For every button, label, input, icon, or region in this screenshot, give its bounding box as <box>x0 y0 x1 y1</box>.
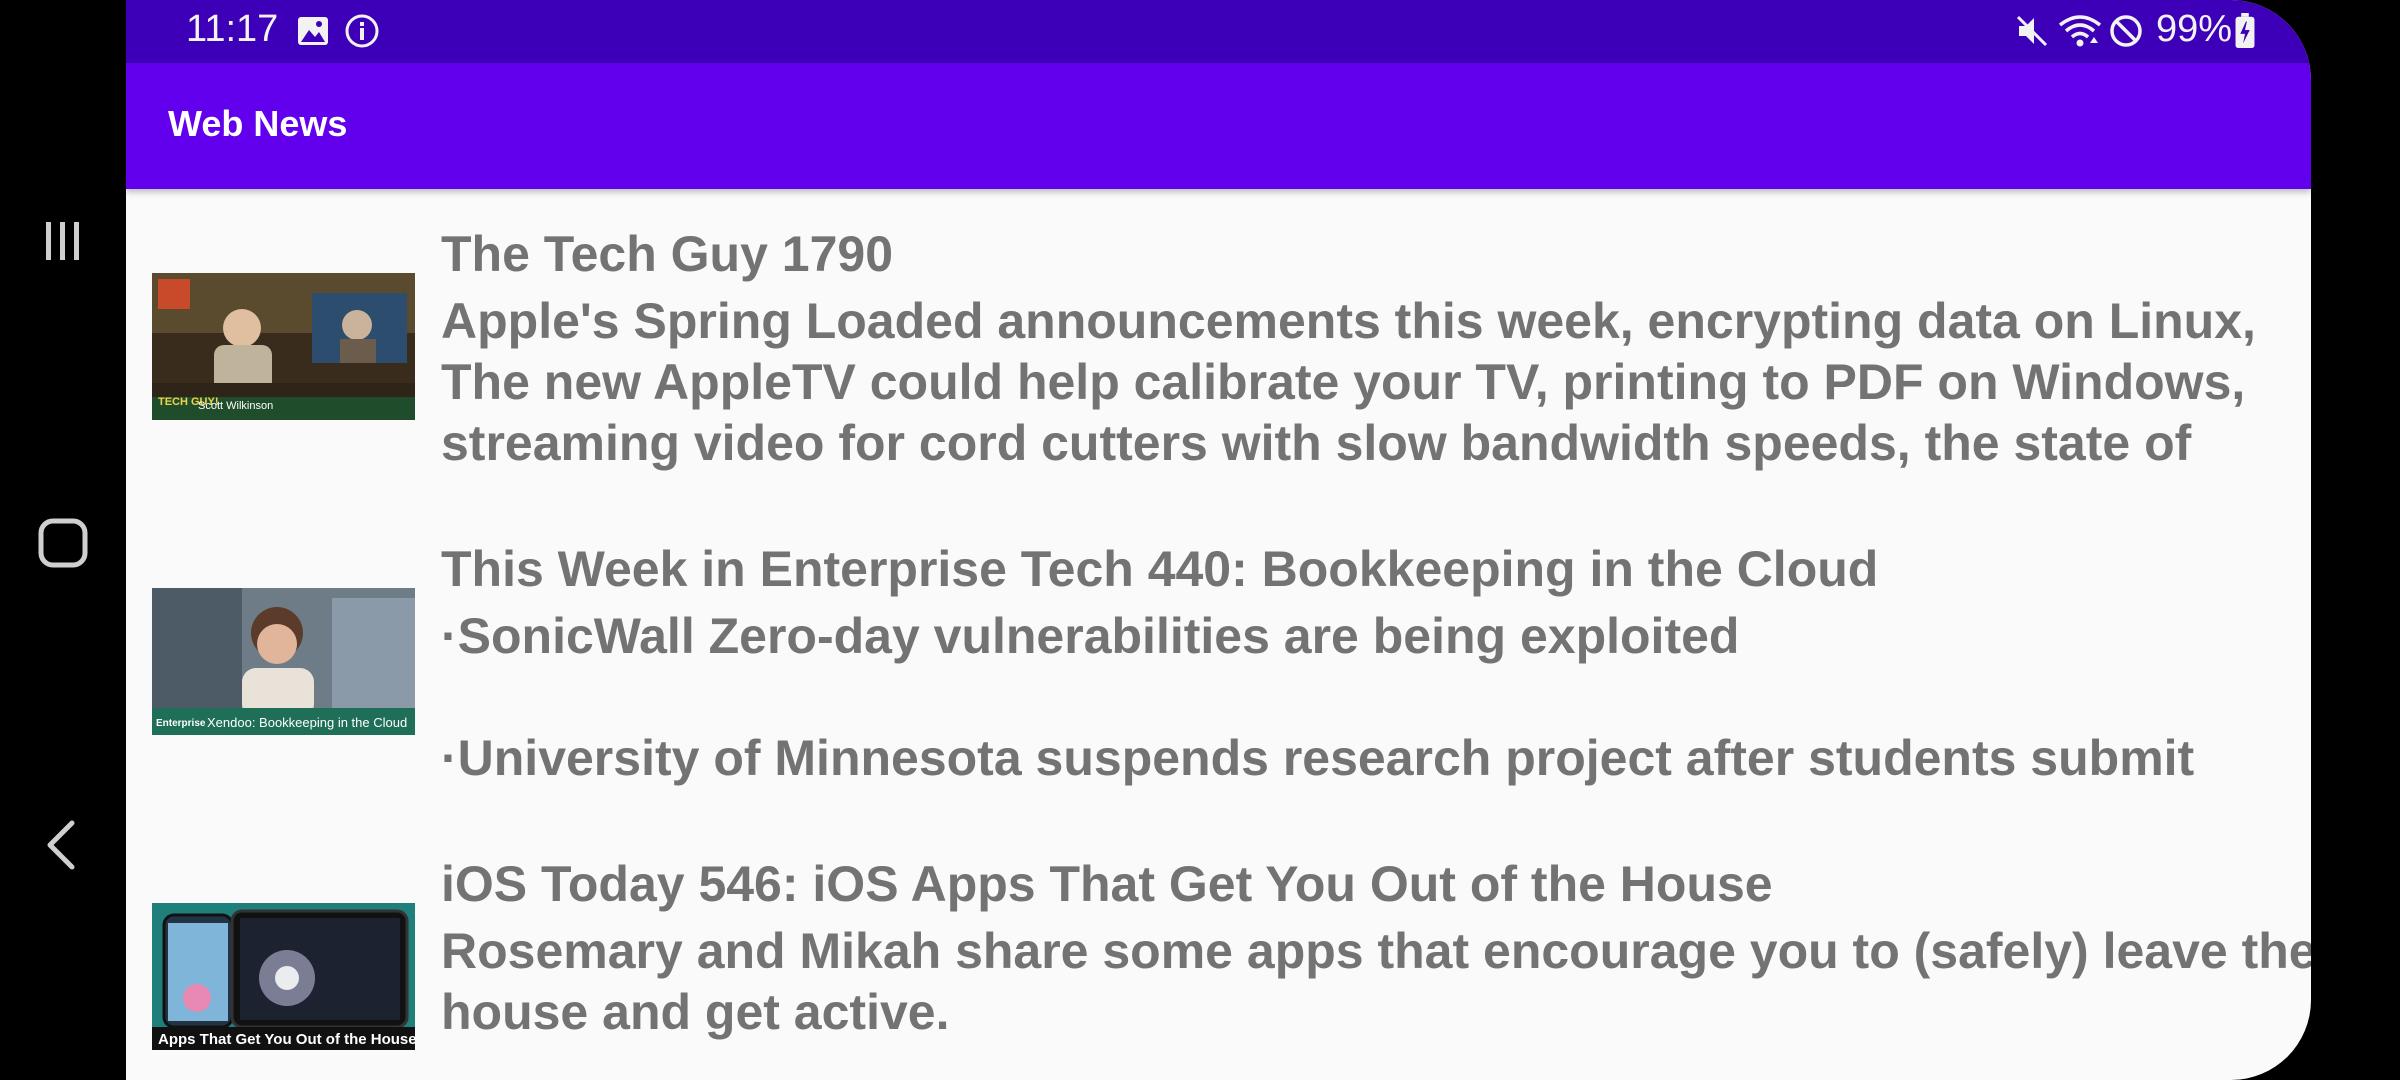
description-line: Rosemary and Mikah share some apps that … <box>441 923 2311 979</box>
description-line: house and get active. <box>441 984 950 1040</box>
list-item[interactable]: Apps That Get You Out of the House iOS T… <box>126 819 2311 1080</box>
image-icon <box>298 17 328 45</box>
article-description: Apple's Spring Loaded announcements this… <box>441 291 2291 474</box>
description-line: streaming video for cord cutters with sl… <box>441 415 2192 471</box>
tech-guy-thumbnail: TECH GUY! Scott Wilkinson <box>152 273 415 420</box>
description-line <box>441 667 2291 728</box>
recents-icon <box>46 222 79 260</box>
description-line: ·SonicWall Zero-day vulnerabilities are … <box>441 608 1740 664</box>
description-line: ·University of Minnesota suspends resear… <box>441 730 2195 786</box>
thumb-caption: Apps That Get You Out of the House <box>158 1031 415 1048</box>
thumb-caption: Scott Wilkinson <box>198 400 273 412</box>
article-thumbnail: Apps That Get You Out of the House <box>152 903 415 1050</box>
article-description: ·SonicWall Zero-day vulnerabilities are … <box>441 606 2291 789</box>
status-time: 11:17 <box>186 8 279 50</box>
enterprise-thumbnail: Enterprise Xendoo: Bookkeeping in the Cl… <box>152 588 415 735</box>
thumb-badge: Enterprise <box>156 718 206 729</box>
back-button[interactable] <box>18 800 108 890</box>
app-screen: 11:17 99% Web News TECH GUY! Scott Wilki… <box>126 0 2311 1080</box>
article-title: This Week in Enterprise Tech 440: Bookke… <box>441 541 1879 597</box>
recents-button[interactable] <box>18 196 108 286</box>
back-icon <box>47 820 75 870</box>
no-disturb-icon <box>2110 15 2142 47</box>
article-title: The Tech Guy 1790 <box>441 226 894 282</box>
thumb-caption: Xendoo: Bookkeeping in the Cloud <box>207 715 407 730</box>
battery-percent: 99% <box>2156 8 2233 50</box>
ios-today-thumbnail: Apps That Get You Out of the House <box>152 903 415 1050</box>
article-thumbnail: TECH GUY! Scott Wilkinson <box>152 273 415 420</box>
list-item[interactable]: Enterprise Xendoo: Bookkeeping in the Cl… <box>126 504 2311 819</box>
home-button[interactable] <box>18 498 108 588</box>
app-title: Web News <box>168 103 348 144</box>
description-line: The new AppleTV could help calibrate you… <box>441 354 2246 410</box>
navigation-bar <box>0 0 126 1080</box>
status-bar: 11:17 99% <box>126 0 2311 63</box>
article-description: Rosemary and Mikah share some apps that … <box>441 921 2311 1043</box>
app-bar: Web News <box>126 63 2311 189</box>
mute-icon <box>2016 15 2048 47</box>
info-icon <box>345 14 379 48</box>
article-title: iOS Today 546: iOS Apps That Get You Out… <box>441 856 1773 912</box>
home-icon <box>38 518 88 568</box>
article-thumbnail: Enterprise Xendoo: Bookkeeping in the Cl… <box>152 588 415 735</box>
wifi-icon <box>2058 15 2102 47</box>
list-item[interactable]: TECH GUY! Scott Wilkinson The Tech Guy 1… <box>126 189 2311 504</box>
battery-icon <box>2235 13 2255 49</box>
description-line: Apple's Spring Loaded announcements this… <box>441 293 2256 349</box>
